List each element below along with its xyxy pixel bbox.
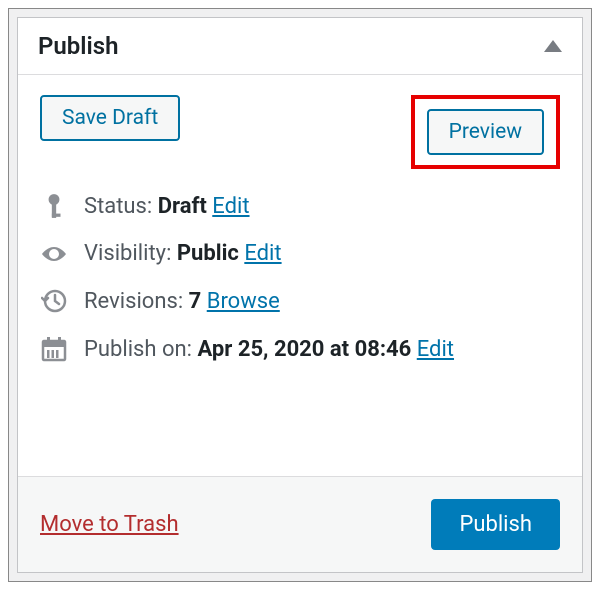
revisions-value: 7: [189, 289, 202, 314]
status-edit-link[interactable]: Edit: [212, 194, 249, 219]
publish-button[interactable]: Publish: [431, 499, 560, 550]
revisions-text: Revisions: 7 Browse: [84, 289, 280, 314]
preview-button[interactable]: Preview: [427, 109, 544, 155]
publish-metabox: Publish Save Draft Preview Status: Draft…: [17, 17, 583, 573]
visibility-value: Public: [177, 241, 239, 266]
save-draft-button[interactable]: Save Draft: [40, 95, 180, 141]
publish-on-value: Apr 25, 2020 at 08:46: [197, 337, 411, 362]
status-label: Status:: [84, 194, 152, 219]
publish-on-edit-link[interactable]: Edit: [417, 337, 454, 362]
collapse-icon: [544, 40, 562, 52]
status-row: Status: Draft Edit: [40, 193, 560, 219]
move-to-trash-link[interactable]: Move to Trash: [40, 512, 179, 537]
revisions-label: Revisions:: [84, 289, 183, 314]
visibility-text: Visibility: Public Edit: [84, 241, 282, 266]
publish-on-label: Publish on:: [84, 337, 192, 362]
history-icon: [40, 288, 68, 314]
status-value: Draft: [158, 194, 207, 219]
outer-frame: Publish Save Draft Preview Status: Draft…: [8, 8, 592, 582]
publish-on-row: Publish on: Apr 25, 2020 at 08:46 Edit: [40, 336, 560, 362]
actions-row: Save Draft Preview: [40, 95, 560, 169]
visibility-edit-link[interactable]: Edit: [244, 241, 281, 266]
revisions-row: Revisions: 7 Browse: [40, 288, 560, 314]
publish-on-text: Publish on: Apr 25, 2020 at 08:46 Edit: [84, 337, 454, 362]
panel-body: Save Draft Preview Status: Draft Edit: [18, 75, 582, 476]
eye-icon: [40, 244, 68, 264]
status-text: Status: Draft Edit: [84, 194, 250, 219]
visibility-label: Visibility:: [84, 241, 171, 266]
calendar-icon: [40, 336, 68, 362]
key-icon: [40, 193, 68, 219]
visibility-row: Visibility: Public Edit: [40, 241, 560, 266]
panel-header[interactable]: Publish: [18, 18, 582, 75]
preview-highlight: Preview: [411, 95, 560, 169]
panel-footer: Move to Trash Publish: [18, 476, 582, 572]
revisions-browse-link[interactable]: Browse: [207, 289, 280, 314]
panel-title: Publish: [38, 32, 119, 60]
